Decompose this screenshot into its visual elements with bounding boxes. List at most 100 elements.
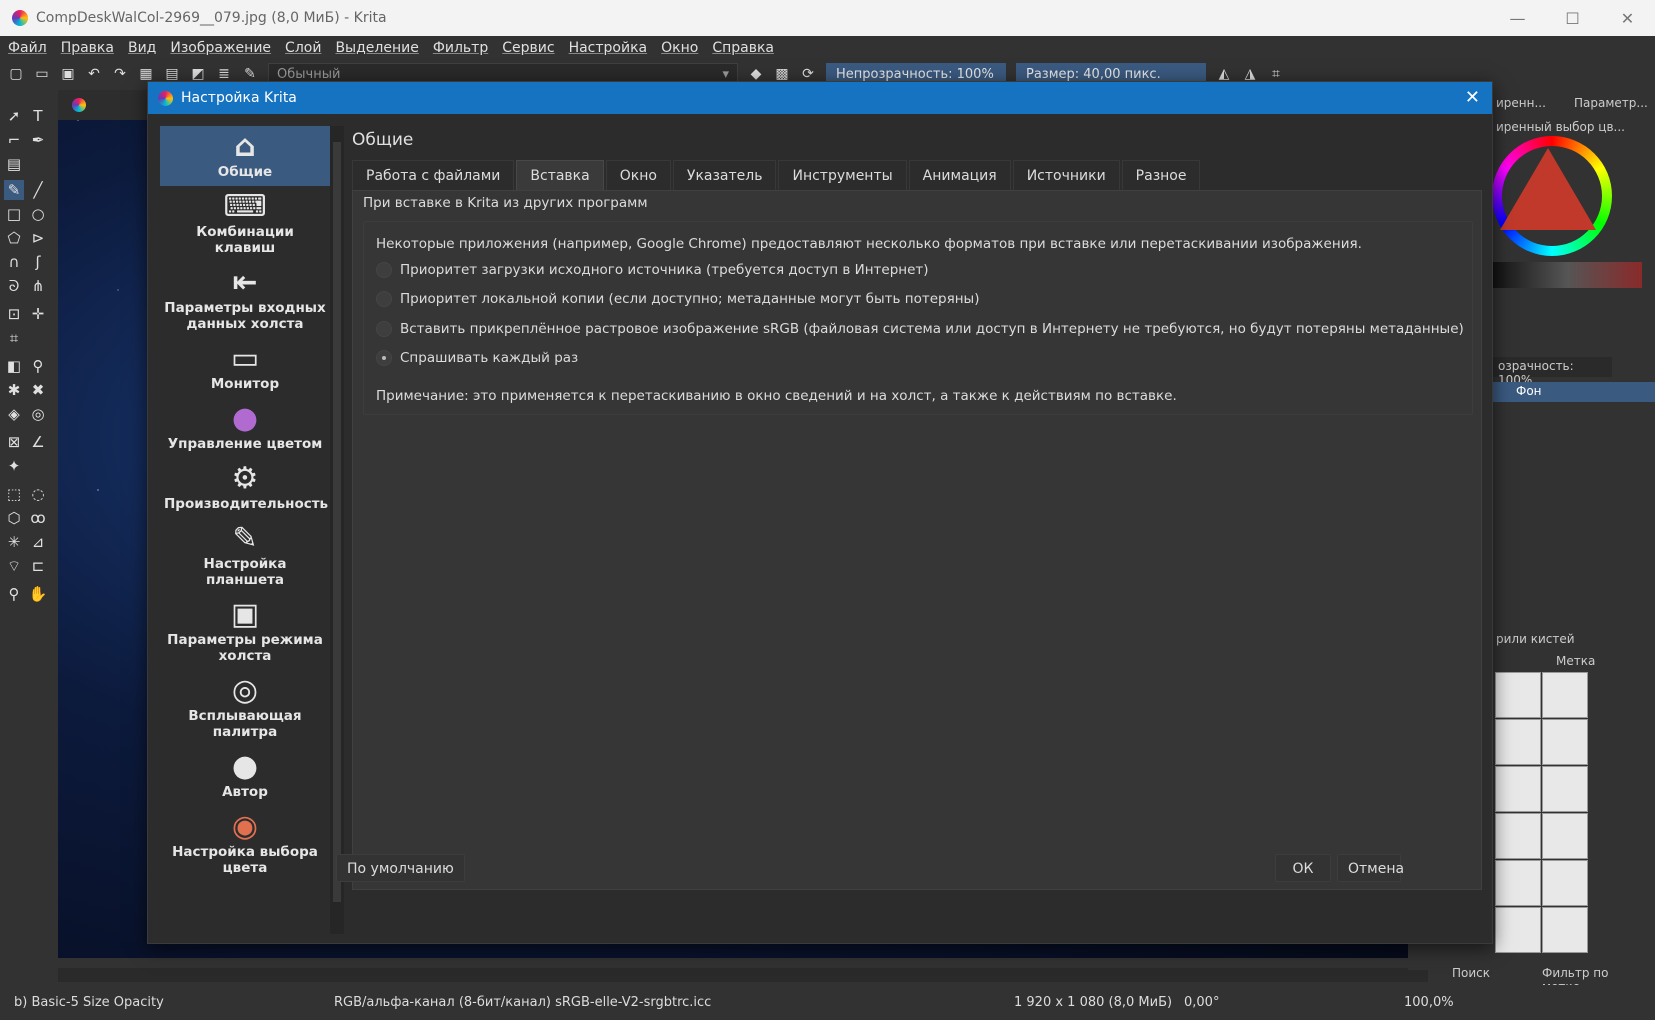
polygon-tool-icon[interactable]: ⬠ bbox=[4, 228, 24, 248]
sidebar-item-canvas-only[interactable]: ▣ Параметры режима холста bbox=[160, 594, 330, 670]
dynamic-brush-tool-icon[interactable]: ᘐ bbox=[4, 276, 24, 296]
brush-preset[interactable] bbox=[1542, 813, 1588, 859]
brush-preset[interactable] bbox=[1542, 766, 1588, 812]
transform-tool-icon[interactable]: ⊡ bbox=[4, 304, 24, 324]
brush-preset[interactable] bbox=[1542, 860, 1588, 906]
restore-defaults-button[interactable]: По умолчанию bbox=[336, 854, 465, 882]
brush-preset[interactable] bbox=[1542, 907, 1588, 953]
dock-tab-advanced-color[interactable]: иренн... bbox=[1490, 94, 1552, 116]
horizontal-scrollbar[interactable] bbox=[58, 968, 1428, 982]
brush-preset[interactable] bbox=[1542, 672, 1588, 718]
tab-misc[interactable]: Разное bbox=[1121, 160, 1201, 190]
filter-by-tag-checkbox[interactable]: Фильтр по метке bbox=[1536, 964, 1655, 994]
mirror-vertical-icon[interactable]: ◮ bbox=[1242, 66, 1258, 82]
tab-window[interactable]: Окно bbox=[605, 160, 671, 190]
save-icon[interactable]: ▣ bbox=[60, 66, 76, 82]
brush-preset[interactable] bbox=[1495, 907, 1541, 953]
sidebar-item-general[interactable]: ⌂ Общие bbox=[160, 126, 330, 186]
magnetic-select-tool-icon[interactable]: ⊏ bbox=[28, 556, 48, 576]
menu-window[interactable]: Окно bbox=[661, 40, 698, 56]
multibrush-tool-icon[interactable]: ⋔ bbox=[28, 276, 48, 296]
brush-settings-icon[interactable]: ≣ bbox=[216, 66, 232, 82]
menu-tools[interactable]: Сервис bbox=[502, 40, 554, 56]
maximize-button[interactable]: ☐ bbox=[1545, 0, 1600, 36]
tab-tools[interactable]: Инструменты bbox=[778, 160, 907, 190]
cancel-button[interactable]: Отмена bbox=[1337, 854, 1404, 882]
zoom-tool-icon[interactable]: ⚲ bbox=[4, 584, 24, 604]
brush-preset[interactable] bbox=[1495, 766, 1541, 812]
enclose-fill-tool-icon[interactable]: ◎ bbox=[28, 404, 48, 424]
sidebar-item-canvas-input[interactable]: ⇤ Параметры входных данных холста bbox=[160, 262, 330, 338]
polygon-select-tool-icon[interactable]: ⬡ bbox=[4, 508, 24, 528]
menu-filter[interactable]: Фильтр bbox=[433, 40, 488, 56]
smart-patch-tool-icon[interactable]: ✖ bbox=[28, 380, 48, 400]
brush-preset[interactable] bbox=[1495, 719, 1541, 765]
color-triangle[interactable] bbox=[1500, 148, 1596, 230]
fill-tool-icon[interactable]: ◈ bbox=[4, 404, 24, 424]
brush-preset[interactable] bbox=[1495, 860, 1541, 906]
sidebar-item-color-selector[interactable]: ◉ Настройка выбора цвета bbox=[160, 806, 330, 882]
radio-download-source[interactable]: Приоритет загрузки исходного источника (… bbox=[376, 262, 929, 278]
mirror-horizontal-icon[interactable]: ◭ bbox=[1216, 66, 1232, 82]
select-shape-tool-icon[interactable]: ➚ bbox=[4, 106, 24, 126]
radio-button[interactable] bbox=[376, 262, 392, 278]
brush-preset-icon[interactable]: ✎ bbox=[242, 66, 258, 82]
freehand-select-tool-icon[interactable]: ꝏ bbox=[28, 508, 48, 528]
brush-preset[interactable] bbox=[1495, 813, 1541, 859]
tab-resources[interactable]: Источники bbox=[1012, 160, 1120, 190]
radio-button-selected[interactable] bbox=[376, 350, 392, 366]
pattern-icon[interactable]: ▦ bbox=[138, 66, 154, 82]
undo-icon[interactable]: ↶ bbox=[86, 66, 102, 82]
calligraphy-tool-icon[interactable]: ✒ bbox=[28, 130, 48, 150]
menu-help[interactable]: Справка bbox=[712, 40, 774, 56]
color-picker-tool-icon[interactable]: ⚲ bbox=[28, 356, 48, 376]
colorize-mask-tool-icon[interactable]: ✱ bbox=[4, 380, 24, 400]
tab-cursor[interactable]: Указатель bbox=[672, 160, 777, 190]
color-gradient-bar[interactable] bbox=[1492, 262, 1642, 288]
edit-shapes-tool-icon[interactable]: ⌐ bbox=[4, 130, 24, 150]
wrap-icon[interactable]: ⌗ bbox=[1268, 66, 1284, 82]
scrollbar-thumb[interactable] bbox=[333, 142, 341, 902]
bezier-tool-icon[interactable]: ∩ bbox=[4, 252, 24, 272]
status-zoom[interactable]: 100,0% bbox=[1404, 995, 1454, 1010]
document-tab[interactable] bbox=[58, 90, 148, 120]
tab-animation[interactable]: Анимация bbox=[908, 160, 1011, 190]
reload-preset-icon[interactable]: ⟳ bbox=[800, 66, 816, 82]
brush-search-input[interactable]: Поиск bbox=[1446, 964, 1496, 986]
gradient-icon[interactable]: ▤ bbox=[164, 66, 180, 82]
brush-preset[interactable] bbox=[1542, 719, 1588, 765]
rectangle-tool-icon[interactable]: □ bbox=[4, 204, 24, 224]
gradient-tool-icon[interactable]: ◧ bbox=[4, 356, 24, 376]
freehand-brush-tool-icon[interactable]: ✎ bbox=[4, 180, 24, 200]
radio-button[interactable] bbox=[376, 291, 392, 307]
bezier-select-tool-icon[interactable]: ⌔ bbox=[4, 556, 24, 576]
crop-tool-icon[interactable]: ⌗ bbox=[4, 328, 24, 348]
brush-preset[interactable] bbox=[1495, 672, 1541, 718]
contiguous-select-tool-icon[interactable]: ✳ bbox=[4, 532, 24, 552]
close-window-button[interactable]: ✕ bbox=[1600, 0, 1655, 36]
status-rotation[interactable]: 0,00° bbox=[1184, 995, 1404, 1010]
menu-layer[interactable]: Слой bbox=[285, 40, 321, 56]
radio-srgb-bitmap[interactable]: Вставить прикреплённое растровое изображ… bbox=[376, 321, 1464, 337]
menu-select[interactable]: Выделение bbox=[335, 40, 418, 56]
measure-tool-icon[interactable]: ∠ bbox=[28, 432, 48, 452]
tag-select[interactable]: Метка bbox=[1550, 652, 1601, 674]
ok-button[interactable]: ОК bbox=[1275, 854, 1331, 882]
open-folder-icon[interactable]: ▭ bbox=[34, 66, 50, 82]
sidebar-item-tablet[interactable]: ✎ Настройка планшета bbox=[160, 518, 330, 594]
reference-tool-icon[interactable]: ✦ bbox=[4, 456, 24, 476]
colors-icon[interactable]: ◩ bbox=[190, 66, 206, 82]
sidebar-scrollbar[interactable] bbox=[330, 126, 344, 934]
sidebar-item-performance[interactable]: ⚙ Производительность bbox=[160, 458, 330, 518]
move-tool-icon[interactable]: ✛ bbox=[28, 304, 48, 324]
ellipse-tool-icon[interactable]: ○ bbox=[28, 204, 48, 224]
menu-edit[interactable]: Правка bbox=[61, 40, 114, 56]
pan-tool-icon[interactable]: ✋ bbox=[28, 584, 48, 604]
new-document-icon[interactable]: ▢ bbox=[8, 66, 24, 82]
eraser-icon[interactable]: ◆ bbox=[748, 66, 764, 82]
gradient-edit-tool-icon[interactable]: ▤ bbox=[4, 154, 24, 174]
assistant-tool-icon[interactable]: ⊠ bbox=[4, 432, 24, 452]
similar-select-tool-icon[interactable]: ⊿ bbox=[28, 532, 48, 552]
dock-tab-tool-options[interactable]: Параметр... bbox=[1568, 94, 1654, 116]
tab-paste[interactable]: Вставка bbox=[516, 160, 604, 190]
